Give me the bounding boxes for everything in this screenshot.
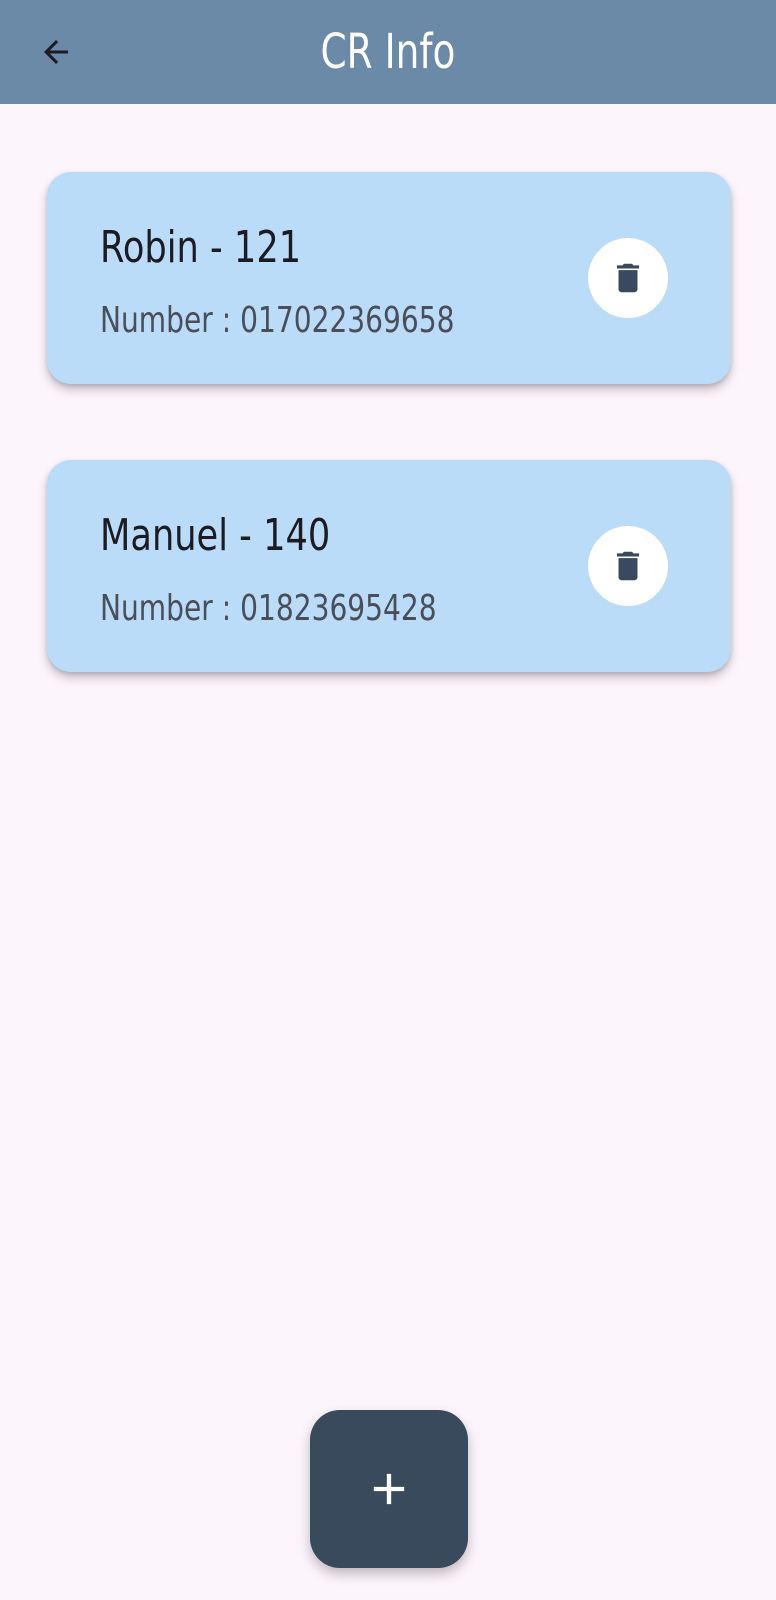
cr-list: Robin - 121 Number : 017022369658 Manuel… (47, 172, 731, 748)
cr-number: Number : 017022369658 (100, 300, 455, 341)
cr-number: Number : 01823695428 (100, 588, 437, 629)
arrow-left-icon (44, 40, 68, 64)
back-button[interactable] (30, 26, 82, 78)
delete-button[interactable] (588, 526, 668, 606)
cr-card[interactable]: Robin - 121 Number : 017022369658 (47, 172, 731, 384)
add-cr-button[interactable] (310, 1410, 468, 1568)
page-title: CR Info (320, 24, 456, 80)
app-bar: CR Info (0, 0, 776, 104)
trash-icon (616, 551, 640, 581)
cr-name: Robin - 121 (100, 222, 302, 273)
cr-name: Manuel - 140 (100, 510, 331, 561)
delete-button[interactable] (588, 238, 668, 318)
plus-icon (373, 1473, 405, 1505)
cr-card[interactable]: Manuel - 140 Number : 01823695428 (47, 460, 731, 672)
trash-icon (616, 263, 640, 293)
